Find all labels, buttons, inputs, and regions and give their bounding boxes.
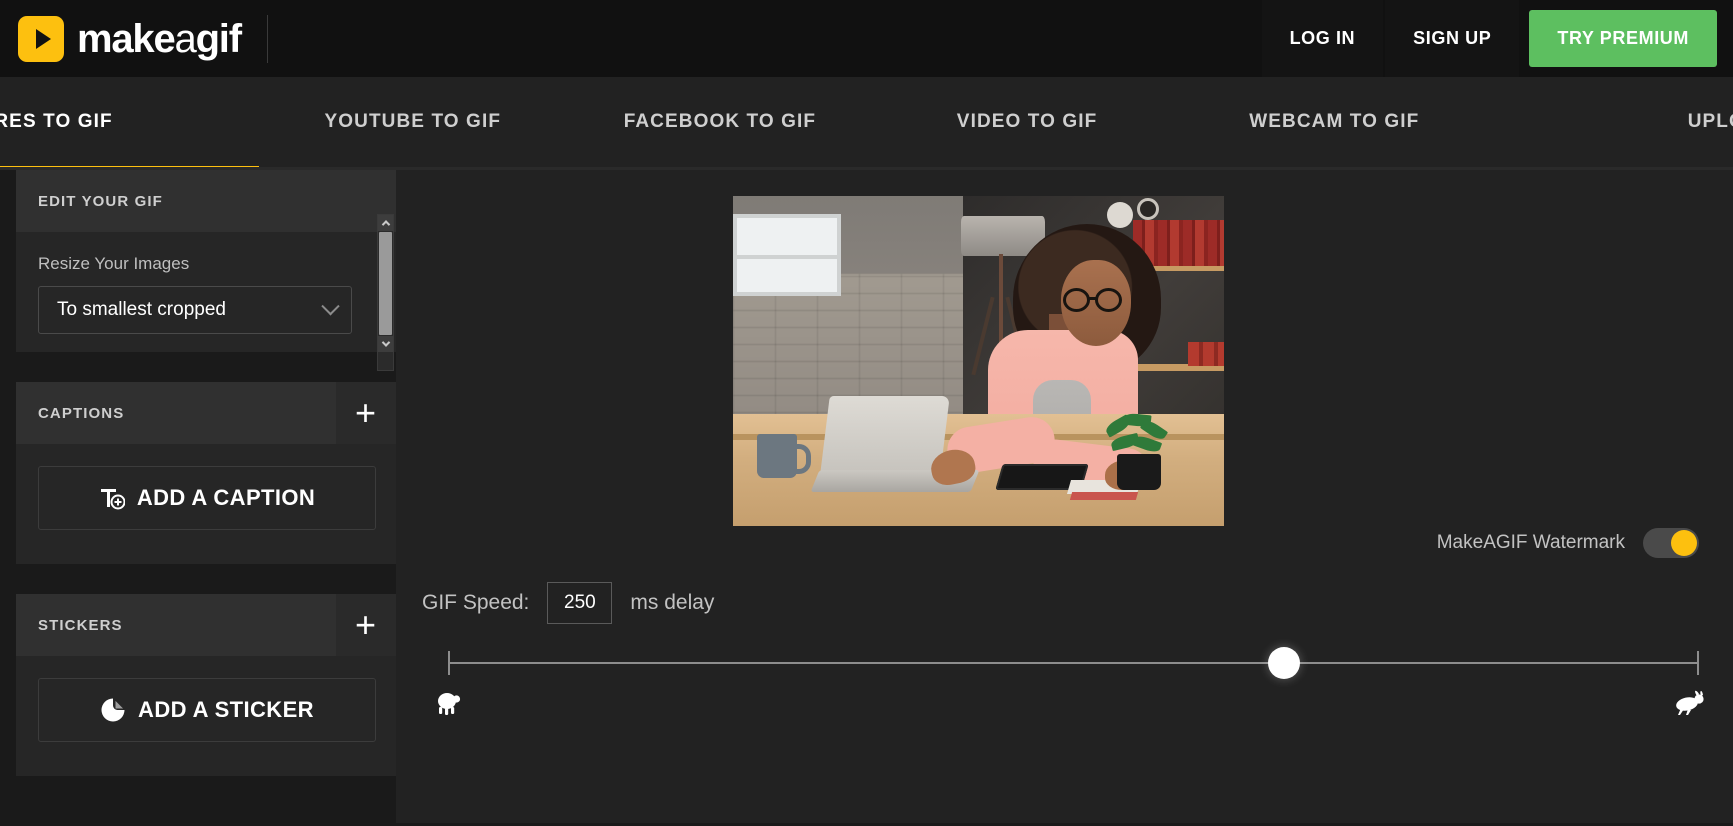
tab-pictures-to-gif[interactable]: CTURES TO GIF (0, 77, 260, 167)
tab-facebook-to-gif[interactable]: FACEBOOK TO GIF (566, 77, 873, 167)
watermark-label: MakeAGIF Watermark (1436, 532, 1625, 553)
signup-button[interactable]: SIGN UP (1385, 0, 1520, 77)
watermark-toggle-row: MakeAGIF Watermark (1437, 528, 1699, 558)
logo-text-make: make (77, 16, 176, 61)
slider-cap-right (1697, 651, 1699, 675)
gif-speed-unit: ms delay (630, 591, 715, 614)
rabbit-icon (1676, 690, 1704, 715)
captions-spacer (16, 530, 396, 564)
editor-main: MakeAGIF Watermark GIF Speed: ms delay (396, 170, 1733, 823)
stickers-header: STICKERS + (16, 594, 396, 656)
gif-preview-image[interactable] (733, 196, 1224, 526)
stickers-spacer (16, 742, 396, 776)
try-premium-button[interactable]: TRY PREMIUM (1529, 10, 1717, 67)
logo-text: makeagif (77, 16, 242, 61)
tab-youtube-to-gif[interactable]: YOUTUBE TO GIF (259, 77, 566, 167)
gif-speed-row: GIF Speed: ms delay (422, 582, 714, 624)
resize-label: Resize Your Images (38, 254, 190, 273)
watermark-toggle[interactable] (1643, 528, 1699, 558)
resize-select[interactable]: To smallest cropped (38, 286, 352, 334)
editor-sidebar: EDIT YOUR GIF Resize Your Images To smal… (0, 170, 396, 823)
sticker-icon (101, 698, 125, 722)
add-caption-plus-button[interactable]: + (336, 382, 396, 444)
panel-gap-2 (16, 564, 396, 594)
stickers-header-label: STICKERS (38, 616, 123, 634)
tab-webcam-to-gif[interactable]: WEBCAM TO GIF (1181, 77, 1488, 167)
captions-header-label: CAPTIONS (38, 404, 125, 422)
turtle-icon (438, 693, 461, 715)
scroll-up-icon[interactable] (378, 215, 393, 231)
toggle-knob (1671, 530, 1697, 556)
site-logo[interactable]: makeagif (18, 15, 242, 62)
gif-speed-slider[interactable] (448, 647, 1699, 679)
header-divider (266, 14, 268, 63)
add-a-sticker-label: ADD A STICKER (138, 697, 314, 722)
chevron-down-icon (321, 296, 340, 315)
logo-text-a: a (174, 16, 197, 61)
add-a-caption-label: ADD A CAPTION (136, 485, 316, 510)
logo-mark (18, 15, 64, 62)
category-tab-bar: CTURES TO GIF YOUTUBE TO GIF FACEBOOK TO… (0, 77, 1733, 170)
stickers-panel: STICKERS + ADD A STICKER (16, 594, 396, 776)
edit-gif-header: EDIT YOUR GIF (16, 170, 396, 232)
gif-speed-input[interactable] (547, 582, 613, 624)
scrollbar-thumb[interactable] (379, 232, 392, 335)
scroll-down-icon[interactable] (378, 336, 393, 352)
tab-video-to-gif[interactable]: VIDEO TO GIF (874, 77, 1181, 167)
captions-panel: CAPTIONS + ADD A CAPTION (16, 382, 396, 564)
page-body: EDIT YOUR GIF Resize Your Images To smal… (0, 170, 1733, 823)
tab-upload-a-gif[interactable]: UPLOAD A (1488, 77, 1733, 167)
edit-gif-panel: EDIT YOUR GIF Resize Your Images To smal… (16, 170, 396, 371)
edit-gif-header-label: EDIT YOUR GIF (38, 192, 163, 210)
add-a-sticker-button[interactable]: ADD A STICKER (38, 678, 376, 742)
top-navigation: LOG IN SIGN UP TRY PREMIUM (1261, 0, 1733, 77)
slider-speed-icons (432, 690, 1707, 716)
slider-cap-left (448, 651, 450, 675)
gif-speed-label: GIF Speed: (422, 591, 530, 614)
slider-handle[interactable] (1267, 647, 1300, 679)
logo-text-gif: gif (195, 16, 242, 61)
text-add-icon (100, 489, 125, 510)
resize-select-value: To smallest cropped (57, 299, 226, 320)
slider-track (448, 662, 1699, 664)
sidebar-scrollbar[interactable] (377, 214, 394, 371)
play-arrow-icon (36, 28, 51, 49)
top-bar: makeagif LOG IN SIGN UP TRY PREMIUM (0, 0, 1733, 77)
panel-gap (16, 352, 396, 382)
resize-section: Resize Your Images To smallest cropped (16, 214, 396, 371)
login-button[interactable]: LOG IN (1261, 0, 1384, 77)
captions-header: CAPTIONS + (16, 382, 396, 444)
add-sticker-plus-button[interactable]: + (336, 594, 396, 656)
add-a-caption-button[interactable]: ADD A CAPTION (38, 466, 376, 530)
